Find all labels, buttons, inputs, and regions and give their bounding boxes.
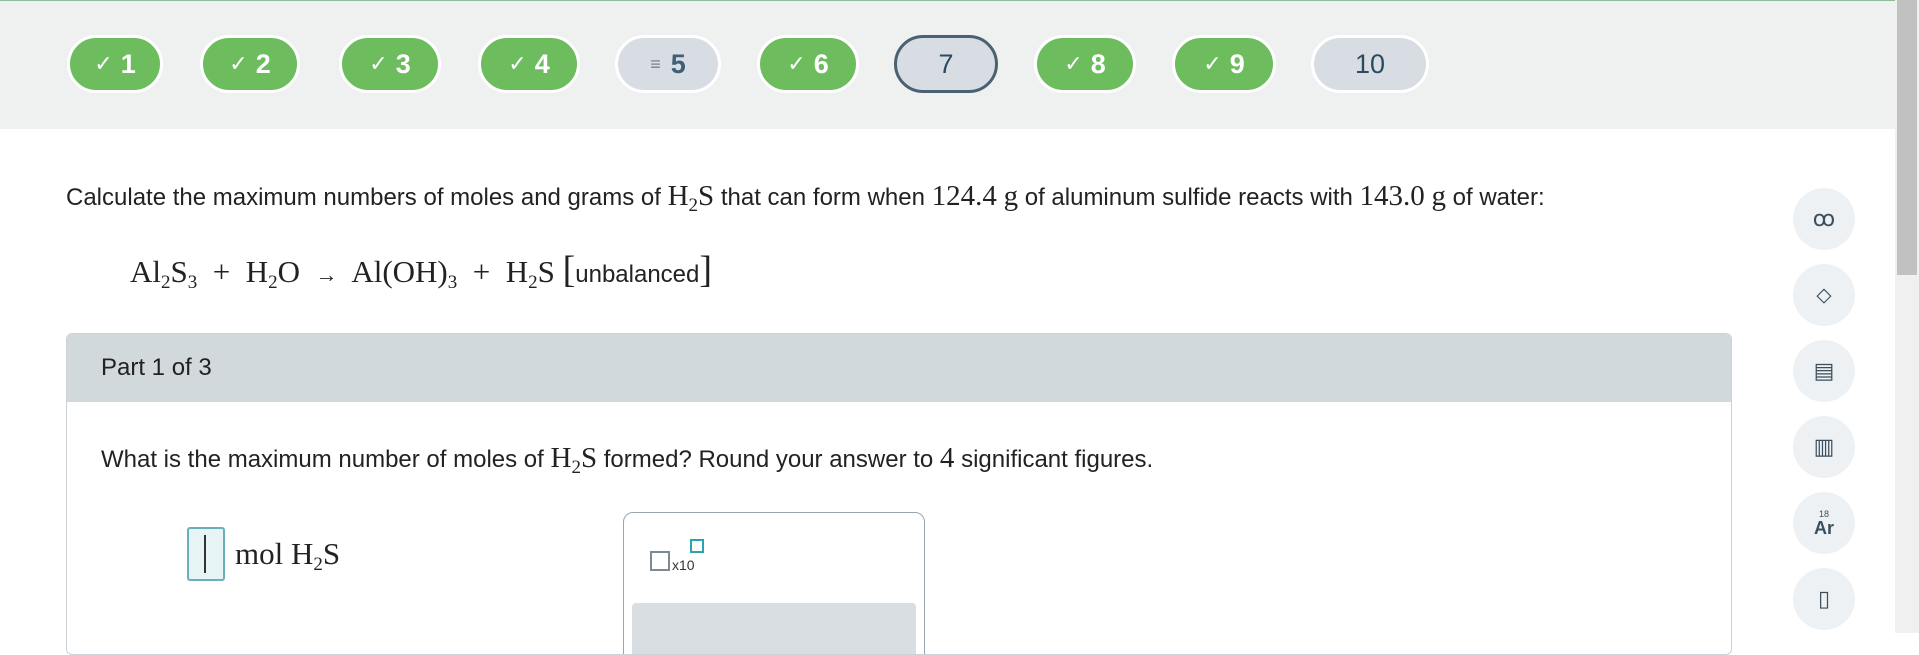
check-icon: ✓ — [787, 51, 806, 76]
question-button-10[interactable]: 10 — [1311, 35, 1429, 93]
unbalanced-tag: unbalanced — [575, 261, 700, 288]
glasses-icon[interactable]: ꝏ — [1793, 188, 1855, 250]
check-icon: ✓ — [1064, 51, 1083, 76]
check-icon: ✓ — [1203, 51, 1222, 76]
check-icon: ✓ — [229, 51, 248, 76]
question-nav-bar: ✓ 1 ✓ 2 ✓ 3 ✓ 4 ≡ 5 ✓ 6 7 ✓ 8 ✓ 9 10 — [0, 0, 1895, 129]
scrollbar-thumb[interactable] — [1897, 0, 1917, 275]
scientific-notation-button[interactable]: x10 — [650, 539, 710, 579]
periodic-table-icon[interactable]: 18 Ar — [1793, 492, 1855, 554]
check-icon: ✓ — [369, 51, 388, 76]
question-button-6[interactable]: ✓ 6 — [757, 35, 859, 93]
part-prompt: What is the maximum number of moles of H… — [101, 442, 1154, 478]
mantissa-box-icon — [650, 551, 670, 571]
check-icon: ✓ — [94, 51, 113, 76]
question-button-8[interactable]: ✓ 8 — [1034, 35, 1136, 93]
question-button-7[interactable]: 7 — [894, 35, 998, 93]
question-button-2[interactable]: ✓ 2 — [200, 35, 300, 93]
question-button-4[interactable]: ✓ 4 — [478, 35, 580, 93]
notes-icon[interactable]: ▤ — [1793, 340, 1855, 402]
answer-unit: mol H2S — [235, 536, 341, 575]
check-icon: ✓ — [508, 51, 527, 76]
text-cursor-icon — [204, 535, 206, 573]
book-icon[interactable]: ▯ — [1793, 568, 1855, 630]
keypad-action-bar — [632, 603, 916, 654]
question-text: Calculate the maximum numbers of moles a… — [66, 180, 1545, 216]
chemical-equation: Al2S3 + H2O → Al(OH)3 + H2S [unbalanced] — [130, 249, 713, 293]
exponent-box-icon — [690, 539, 704, 553]
part-header: Part 1 of 3 — [67, 334, 1731, 402]
mass-water: 143.0 — [1359, 180, 1425, 212]
question-button-5[interactable]: ≡ 5 — [615, 35, 721, 93]
scrollbar[interactable] — [1895, 0, 1919, 633]
question-button-1[interactable]: ✓ 1 — [67, 35, 163, 93]
answer-input[interactable] — [187, 527, 225, 581]
partial-progress-icon: ≡ — [650, 53, 661, 74]
reaction-arrow-icon: → — [315, 262, 338, 287]
answer-keypad: x10 — [623, 512, 925, 654]
question-button-9[interactable]: ✓ 9 — [1172, 35, 1276, 93]
bar-chart-icon[interactable]: ▥ — [1793, 416, 1855, 478]
answer-row: mol H2S — [187, 527, 340, 581]
directions-icon[interactable]: ⬦ — [1793, 264, 1855, 326]
question-button-3[interactable]: ✓ 3 — [339, 35, 441, 93]
part-card: Part 1 of 3 What is the maximum number o… — [66, 333, 1732, 655]
mass-aluminum-sulfide: 124.4 — [931, 180, 997, 212]
